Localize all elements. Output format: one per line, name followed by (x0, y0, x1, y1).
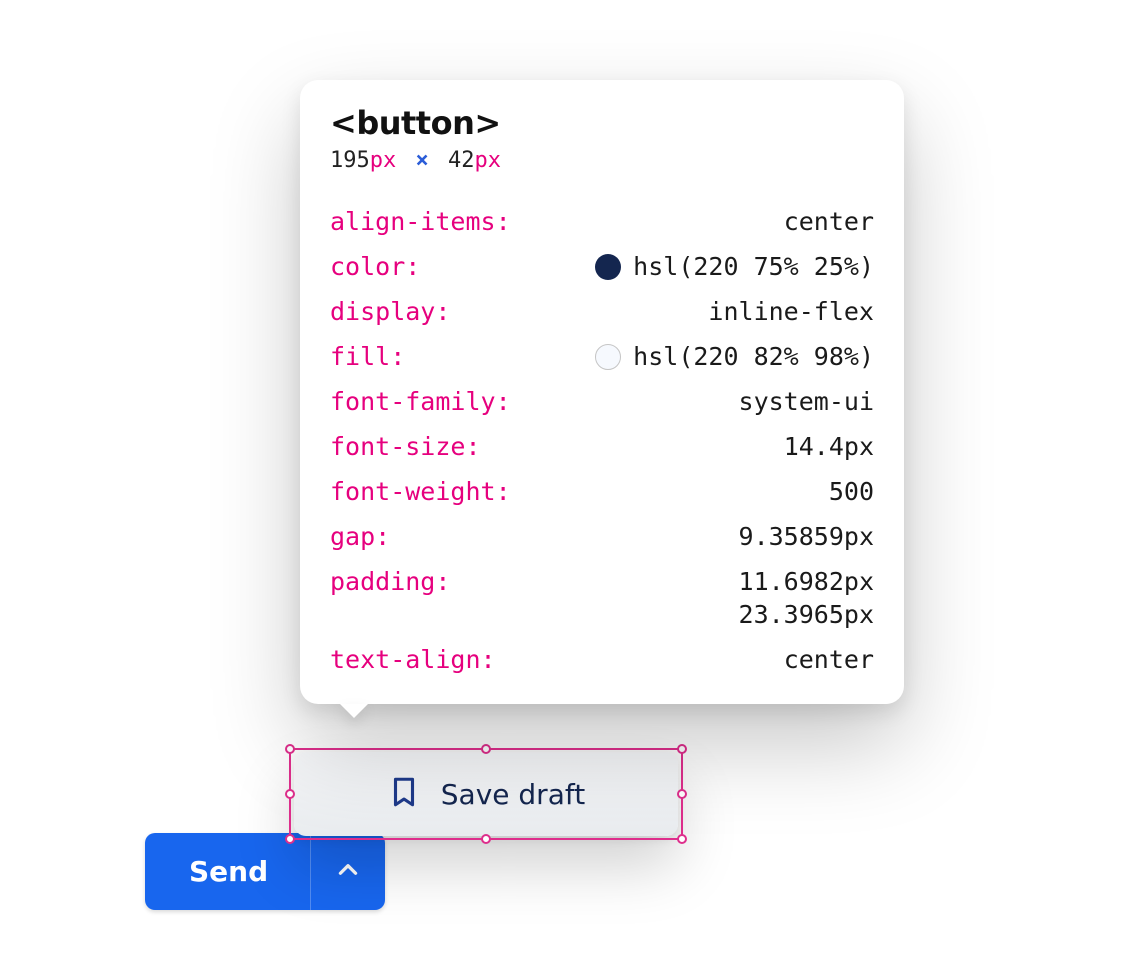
color-swatch-icon (595, 254, 621, 280)
send-more-button[interactable] (311, 833, 385, 910)
send-button[interactable]: Send (145, 833, 311, 910)
prop-row-display: display inline-flex (330, 297, 874, 326)
dim-separator: × (410, 148, 435, 173)
prop-key: font-family (330, 387, 511, 416)
send-label: Send (189, 855, 268, 888)
element-inspector-tooltip: <button> 195px × 42px align-items center… (300, 80, 904, 704)
prop-value-text: hsl(220 82% 98%) (633, 342, 874, 371)
prop-value: 11.6982px 23.3965px (462, 567, 874, 629)
resize-handle[interactable] (677, 789, 687, 799)
tooltip-pointer-icon (340, 704, 368, 718)
prop-key: display (330, 297, 450, 326)
prop-key: font-weight (330, 477, 511, 506)
prop-key: font-size (330, 432, 481, 461)
bookmark-icon (387, 775, 421, 813)
prop-value-text: hsl(220 75% 25%) (633, 252, 874, 281)
prop-row-font-size: font-size 14.4px (330, 432, 874, 461)
prop-value: center (523, 207, 874, 236)
prop-value: 9.35859px (402, 522, 874, 551)
prop-row-font-weight: font-weight 500 (330, 477, 874, 506)
prop-value: system-ui (523, 387, 874, 416)
prop-key: fill (330, 342, 405, 371)
prop-value-text: 23.3965px (739, 600, 874, 629)
inspector-dimensions: 195px × 42px (330, 148, 874, 173)
prop-value: inline-flex (462, 297, 874, 326)
resize-handle[interactable] (677, 744, 687, 754)
prop-row-fill: fill hsl(220 82% 98%) (330, 342, 874, 371)
prop-value: 14.4px (493, 432, 874, 461)
chevron-up-icon (335, 857, 361, 887)
dim-width: 195 (330, 148, 370, 173)
prop-key: gap (330, 522, 390, 551)
prop-key: color (330, 252, 420, 281)
prop-row-padding: padding 11.6982px 23.3965px (330, 567, 874, 629)
resize-handle[interactable] (285, 744, 295, 754)
save-draft-label: Save draft (441, 778, 585, 811)
dim-height-unit: px (475, 148, 502, 173)
prop-value: 500 (523, 477, 874, 506)
inspector-element-tag: <button> (330, 104, 874, 142)
dim-height: 42 (448, 148, 475, 173)
prop-key: text-align (330, 645, 496, 674)
inspector-properties: align-items center color hsl(220 75% 25%… (330, 207, 874, 674)
resize-handle[interactable] (677, 834, 687, 844)
prop-row-align-items: align-items center (330, 207, 874, 236)
prop-value: hsl(220 82% 98%) (417, 342, 874, 371)
prop-row-gap: gap 9.35859px (330, 522, 874, 551)
prop-key: padding (330, 567, 450, 596)
prop-row-text-align: text-align center (330, 645, 874, 674)
prop-value: hsl(220 75% 25%) (432, 252, 874, 281)
color-swatch-icon (595, 344, 621, 370)
prop-row-color: color hsl(220 75% 25%) (330, 252, 874, 281)
save-draft-button[interactable]: Save draft (294, 752, 678, 836)
prop-value-text: 11.6982px (739, 567, 874, 596)
prop-row-font-family: font-family system-ui (330, 387, 874, 416)
send-split-button: Send (145, 833, 385, 910)
dim-width-unit: px (370, 148, 397, 173)
prop-value: center (508, 645, 874, 674)
prop-key: align-items (330, 207, 511, 236)
